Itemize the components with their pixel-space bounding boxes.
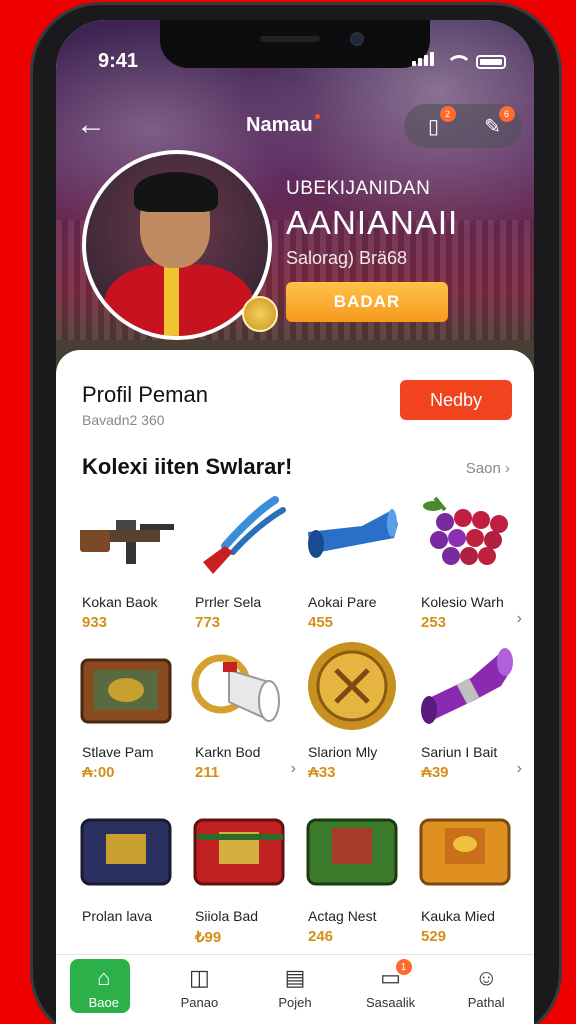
chat-icon: ▭ 1	[376, 959, 412, 991]
nav-label: Pathal	[467, 995, 505, 1010]
collection-item[interactable]: Slarion Mly ₳33	[296, 640, 409, 790]
hero-caption: Salorag) Brä68	[286, 248, 408, 268]
collection-item[interactable]: Prolan lava	[70, 804, 183, 954]
item-name: Sariun I Bait	[421, 744, 498, 760]
home-icon: ⌂	[97, 965, 111, 990]
chevron-right-icon[interactable]: ›	[517, 760, 522, 778]
inbox-badge: 2	[439, 106, 456, 122]
orange-chest-icon	[419, 818, 511, 886]
item-name: Siiola Bad	[195, 908, 259, 924]
edit-icon: ✎	[484, 115, 501, 138]
item-name: Slarion Mly	[308, 744, 378, 760]
item-name: Kolesio Warh	[421, 594, 504, 610]
nav-badge: 1	[395, 959, 412, 975]
collection-item[interactable]: Karkn Bod 211 ›	[183, 640, 296, 790]
nav-label: Pojeh	[278, 995, 312, 1010]
edit-badge: 6	[498, 106, 515, 122]
rifle-icon	[80, 520, 174, 564]
nav-chat[interactable]: ▭ 1 Sasaalik	[343, 955, 439, 1024]
item-price: ₺99	[195, 929, 222, 946]
collection-item[interactable]: Aokai Pare 455	[296, 490, 409, 640]
grapes-icon	[423, 496, 508, 565]
item-price: 529	[421, 928, 447, 945]
bottom-nav: ⌂ Baoe ◫ Panao ▤ Pojeh ▭ 1 Sasaalik ☺ Pa…	[56, 954, 534, 1024]
nav-label: Sasaalik	[366, 995, 416, 1010]
megaphone-icon	[191, 654, 280, 722]
nav-label: Baoe	[88, 995, 119, 1010]
collection-item[interactable]: Prrler Sela 773	[183, 490, 296, 640]
item-price: ₳39	[421, 764, 449, 781]
profile-subtitle: Bavadn2 360	[82, 412, 165, 428]
status-icons	[412, 52, 506, 71]
item-price: 933	[82, 614, 108, 631]
horn-icon	[308, 509, 398, 558]
inbox-button[interactable]: ▯ 2	[420, 106, 456, 140]
hero-subtitle: UBEKIJANIDAN	[286, 178, 431, 199]
item-name: Stlave Pam	[82, 744, 154, 760]
collection-item[interactable]: Siiola Bad ₺99	[183, 804, 296, 954]
pliers-icon	[203, 496, 286, 574]
header-actions: ▯ 2 ✎ 6	[404, 104, 522, 148]
hero-action-button[interactable]: BADAR	[286, 282, 448, 322]
item-price: ₳33	[308, 764, 336, 781]
coin-badge-icon	[242, 296, 278, 332]
red-chest-icon	[193, 818, 285, 886]
see-all-link[interactable]: Saon ›	[466, 460, 510, 477]
collection-title: Kolexi iiten Swlarar!	[82, 454, 293, 479]
purple-horn-icon	[421, 648, 513, 724]
item-price: 246	[308, 928, 334, 945]
wifi-icon	[446, 54, 472, 69]
status-time: 9:41	[98, 50, 139, 72]
collection-item[interactable]: Sariun I Bait ₳39 ›	[409, 640, 522, 790]
item-name: Aokai Pare	[308, 594, 377, 610]
green-chest-icon	[306, 818, 398, 886]
chevron-right-icon[interactable]: ›	[517, 610, 522, 628]
collection-item[interactable]: Stlave Pam ₳:00	[70, 640, 183, 790]
nearby-button[interactable]: Nedby	[400, 380, 512, 420]
profile-title: Profil Peman	[82, 382, 208, 407]
item-price: 455	[308, 614, 334, 631]
gold-coin-icon	[308, 642, 396, 730]
collection-item[interactable]: Kolesio Warh 253 ›	[409, 490, 522, 640]
battery-icon	[476, 54, 506, 69]
document-icon: ▤	[284, 965, 306, 990]
collection-item[interactable]: Actag Nest 246	[296, 804, 409, 954]
phone-notch	[160, 20, 430, 68]
nav-box[interactable]: ◫ Panao	[152, 955, 248, 1024]
item-name: Prrler Sela	[195, 594, 262, 610]
chest-icon	[80, 658, 172, 724]
nav-home[interactable]: ⌂ Baoe	[56, 955, 152, 1024]
app-screen: 9:41 ← Namau ▯ 2 ✎ 6 UBEKIJANIDAN AANIAN…	[56, 20, 534, 1024]
item-price: 211	[195, 764, 220, 781]
item-name: Kokan Baok	[82, 594, 158, 610]
page-title: Namau	[246, 114, 320, 137]
item-price: ₳:00	[82, 764, 115, 781]
signal-icon	[412, 52, 436, 71]
collection-item[interactable]: Kauka Mied 529	[409, 804, 522, 954]
inbox-icon: ▯	[427, 115, 439, 138]
nav-label: Panao	[180, 995, 219, 1010]
item-price: 253	[421, 614, 447, 631]
item-name: Prolan lava	[82, 908, 153, 924]
nav-document[interactable]: ▤ Pojeh	[247, 955, 343, 1024]
blue-chest-icon	[80, 818, 172, 886]
hero-banner: 9:41 ← Namau ▯ 2 ✎ 6 UBEKIJANIDAN AANIAN…	[56, 20, 534, 380]
item-name: Karkn Bod	[195, 744, 261, 760]
edit-button[interactable]: ✎ 6	[479, 106, 515, 140]
back-arrow-icon[interactable]: ←	[76, 110, 106, 140]
box-icon: ◫	[188, 965, 210, 990]
user-icon: ☺	[474, 965, 498, 990]
item-price: 773	[195, 614, 221, 631]
content-card: Profil Peman Bavadn2 360 Nedby Kolexi ii…	[56, 350, 534, 970]
item-name: Kauka Mied	[421, 908, 495, 924]
hero-name: AANIANAII	[286, 204, 459, 241]
nav-profile[interactable]: ☺ Pathal	[438, 955, 534, 1024]
collection-item[interactable]: Kokan Baok 933	[70, 490, 183, 640]
item-name: Actag Nest	[308, 908, 377, 924]
